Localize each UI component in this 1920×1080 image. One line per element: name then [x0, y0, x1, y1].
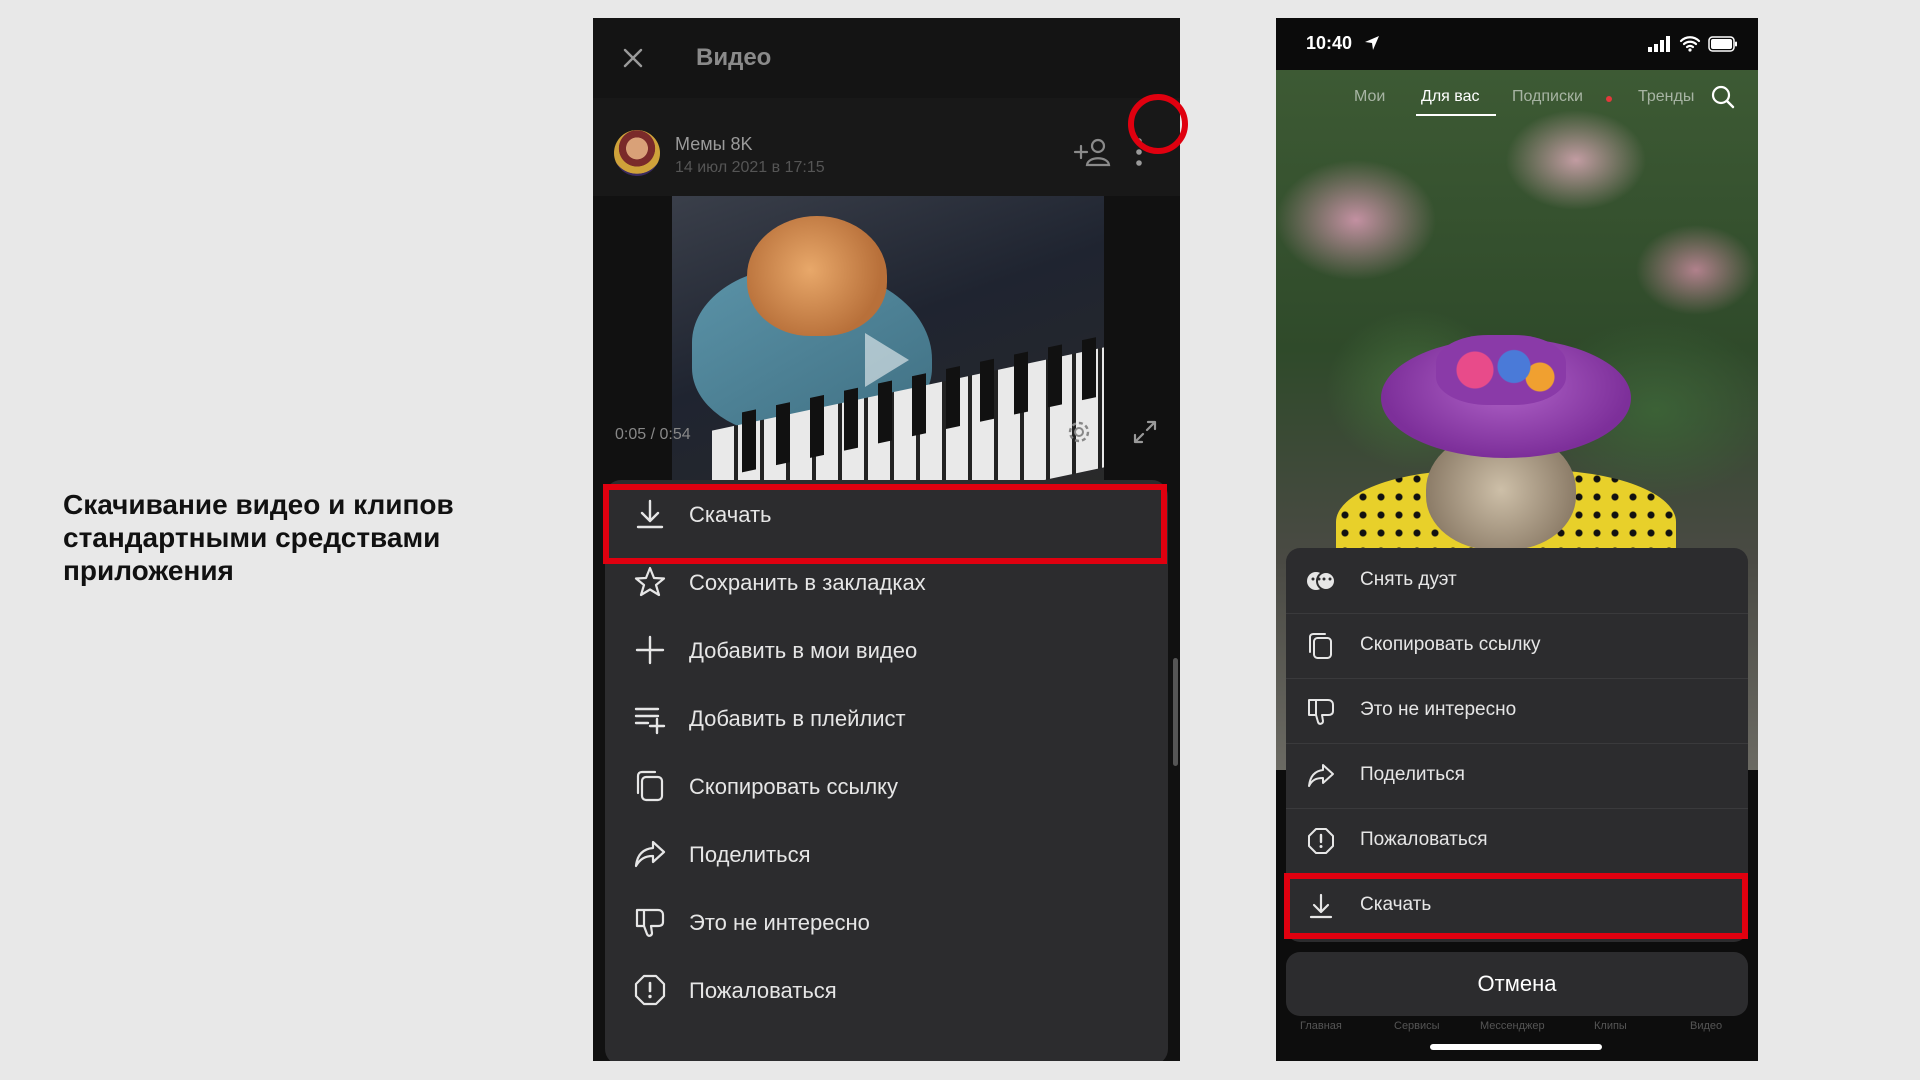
menu-item-label: Это не интересно [689, 910, 870, 935]
clip-frame-flowers [1436, 335, 1566, 405]
menu-item-report[interactable]: Пожаловаться [605, 956, 1168, 1024]
post-date: 14 июл 2021 в 17:15 [675, 159, 825, 176]
active-tab-underline [1416, 114, 1496, 116]
channel-name[interactable]: Мемы 8K [675, 134, 753, 155]
dislike-icon [1308, 699, 1334, 725]
add-friend-icon[interactable] [1073, 136, 1111, 168]
tab-my[interactable]: Мои [1354, 88, 1385, 106]
search-icon[interactable] [1710, 84, 1736, 110]
menu-item-label: Пожаловаться [689, 978, 837, 1003]
tab-trends[interactable]: Тренды [1638, 88, 1696, 106]
dislike-icon [635, 908, 665, 937]
menu-item-copy-link[interactable]: Скопировать ссылку [605, 752, 1168, 820]
cellular-signal-icon [1648, 36, 1670, 52]
menu-item-add-to-playlist[interactable]: Добавить в плейлист [605, 684, 1168, 752]
home-indicator[interactable] [1430, 1044, 1602, 1050]
tab-subscriptions[interactable]: Подписки [1512, 88, 1583, 106]
fullscreen-icon[interactable] [1131, 418, 1159, 446]
menu-item-label: Поделиться [689, 842, 811, 867]
highlight-box-download-clip [1284, 873, 1748, 939]
copy-icon [1309, 633, 1332, 659]
page-title: Видео [696, 44, 772, 71]
nav-item-home[interactable]: Главная [1300, 1020, 1342, 1032]
nav-item-clips[interactable]: Клипы [1594, 1020, 1627, 1032]
menu-item-share[interactable]: Поделиться [605, 820, 1168, 888]
report-icon [634, 974, 666, 1006]
video-options-sheet: Скачать Сохранить в закладках Добавить в… [605, 480, 1168, 1061]
close-icon[interactable] [615, 40, 651, 76]
menu-item-label: Сохранить в закладках [689, 570, 926, 595]
menu-item-label: Пожаловаться [1360, 829, 1488, 850]
share-icon [634, 840, 666, 868]
scrollbar[interactable] [1173, 658, 1178, 766]
nav-item-services[interactable]: Сервисы [1394, 1020, 1440, 1032]
channel-avatar[interactable] [614, 130, 660, 176]
menu-item-label: Добавить в мои видео [689, 638, 918, 663]
video-frame-cat-head [747, 216, 887, 336]
highlight-circle [1128, 94, 1188, 154]
slide-caption: Скачивание видео и клипов стандартными с… [63, 489, 454, 586]
wifi-icon [1679, 36, 1701, 52]
menu-item-label: Скопировать ссылку [689, 774, 899, 799]
menu-item-report[interactable]: Пожаловаться [1286, 808, 1748, 874]
location-arrow-icon [1365, 36, 1379, 50]
menu-item-share[interactable]: Поделиться [1286, 743, 1748, 809]
duet-icon [1307, 571, 1336, 591]
video-author-header: Мемы 8K 14 июл 2021 в 17:15 [593, 98, 1180, 196]
settings-gear-icon[interactable] [1063, 416, 1095, 448]
battery-icon [1708, 36, 1737, 52]
nav-item-messenger[interactable]: Мессенджер [1480, 1020, 1545, 1032]
playlist-add-icon [634, 707, 666, 735]
video-time-display: 0:05 / 0:54 [615, 426, 691, 443]
plus-icon [635, 635, 665, 665]
clips-tabs: Мои Для вас Подписки Тренды [1276, 70, 1758, 120]
menu-item-duet[interactable]: Снять дуэт [1286, 548, 1748, 614]
play-icon[interactable] [865, 333, 909, 387]
new-content-dot [1606, 96, 1612, 102]
menu-item-label: Поделиться [1360, 764, 1465, 785]
menu-item-add-to-my-videos[interactable]: Добавить в мои видео [605, 616, 1168, 684]
cancel-button[interactable]: Отмена [1286, 952, 1748, 1016]
menu-item-not-interested[interactable]: Это не интересно [1286, 678, 1748, 744]
highlight-box-download [603, 484, 1167, 564]
cancel-button-label: Отмена [1477, 971, 1557, 996]
report-icon [1308, 828, 1334, 854]
video-player[interactable] [672, 196, 1104, 496]
tab-for-you[interactable]: Для вас [1421, 88, 1480, 106]
menu-item-label: Добавить в плейлист [689, 706, 906, 731]
menu-item-label: Скопировать ссылку [1360, 634, 1541, 655]
status-bar: 10:40 [1276, 18, 1758, 70]
menu-item-not-interested[interactable]: Это не интересно [605, 888, 1168, 956]
status-clock: 10:40 [1306, 33, 1353, 53]
copy-icon [636, 770, 664, 802]
menu-item-copy-link[interactable]: Скопировать ссылку [1286, 613, 1748, 679]
bottom-navigation: Главная Сервисы Мессенджер Клипы Видео [1276, 1018, 1758, 1038]
share-icon [1308, 764, 1334, 787]
menu-item-label: Это не интересно [1360, 699, 1517, 720]
star-icon [634, 566, 666, 597]
video-top-bar: Видео [593, 18, 1180, 98]
menu-item-label: Снять дуэт [1360, 569, 1457, 590]
nav-item-video[interactable]: Видео [1690, 1020, 1722, 1032]
